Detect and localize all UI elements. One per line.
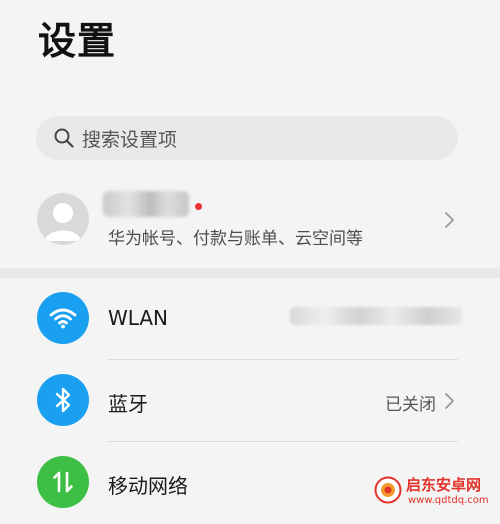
wlan-network-name-blurred [290, 307, 462, 325]
chevron-right-icon [445, 393, 454, 409]
page-title: 设置 [38, 19, 117, 63]
settings-item-wlan[interactable]: WLAN [0, 278, 500, 360]
notification-dot [195, 203, 202, 210]
settings-page: 设置 搜索设置项 华为帐号、付款与账单、云空间等 WLAN 蓝牙 已关闭 移动网… [0, 0, 500, 513]
settings-item-label: WLAN [108, 306, 169, 330]
site-logo-icon [374, 476, 402, 504]
search-placeholder: 搜索设置项 [82, 128, 178, 151]
section-divider [0, 268, 500, 278]
mobile-network-icon [37, 456, 89, 508]
watermark-url: www.qdtdq.com [408, 495, 489, 506]
account-row[interactable]: 华为帐号、付款与账单、云空间等 [0, 182, 500, 264]
settings-item-label: 移动网络 [108, 474, 188, 498]
account-subtitle: 华为帐号、付款与账单、云空间等 [108, 229, 363, 249]
settings-item-label: 蓝牙 [108, 392, 148, 416]
wifi-icon [37, 292, 89, 344]
bluetooth-status: 已关闭 [385, 395, 436, 415]
search-bar[interactable]: 搜索设置项 [36, 116, 458, 160]
bluetooth-icon [37, 374, 89, 426]
watermark: 启东安卓网 www.qdtdq.com [372, 468, 500, 513]
search-icon [54, 128, 74, 148]
settings-item-bluetooth[interactable]: 蓝牙 已关闭 [0, 360, 500, 442]
default-avatar-icon [45, 203, 81, 241]
watermark-title: 启东安卓网 [406, 476, 482, 494]
avatar[interactable] [37, 193, 89, 245]
chevron-right-icon [445, 212, 454, 228]
account-name-blurred [103, 191, 189, 217]
